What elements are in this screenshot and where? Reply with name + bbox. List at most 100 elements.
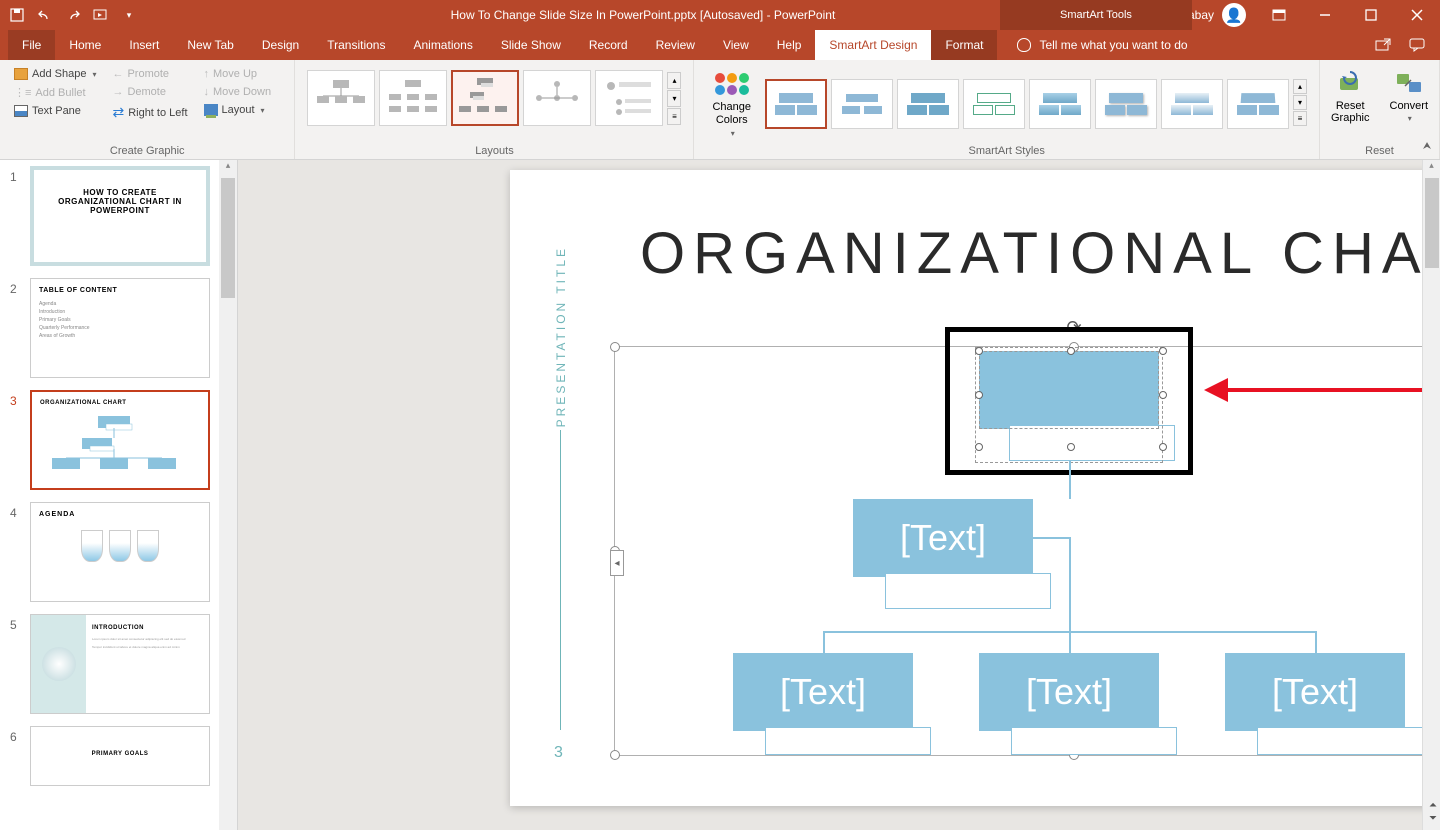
node-selection-box bbox=[979, 351, 1159, 429]
tab-help[interactable]: Help bbox=[763, 30, 816, 60]
ribbon-display-icon[interactable] bbox=[1256, 0, 1302, 30]
org-node-bottom-1-sub[interactable] bbox=[765, 727, 931, 755]
text-pane-button[interactable]: Text Pane bbox=[10, 103, 100, 119]
slide-number: 3 bbox=[554, 744, 563, 762]
layout-option-4[interactable] bbox=[523, 70, 591, 126]
style-option-2[interactable] bbox=[831, 79, 893, 129]
undo-icon[interactable] bbox=[32, 1, 58, 29]
resize-handle[interactable] bbox=[1067, 347, 1075, 355]
group-label: SmartArt Styles bbox=[702, 143, 1311, 157]
style-option-1[interactable] bbox=[765, 79, 827, 129]
change-colors-button[interactable]: Change Colors ▾ bbox=[702, 65, 761, 142]
side-line bbox=[560, 430, 561, 730]
org-node-bottom-2-sub[interactable] bbox=[1011, 727, 1177, 755]
save-icon[interactable] bbox=[4, 1, 30, 29]
slide[interactable]: PRESENTATION TITLE 3 ORGANIZATIONAL CHAR… bbox=[510, 170, 1440, 806]
user-avatar[interactable]: 👤 bbox=[1222, 3, 1246, 27]
tab-design[interactable]: Design bbox=[248, 30, 313, 60]
layout-option-2[interactable] bbox=[379, 70, 447, 126]
convert-button[interactable]: Convert▾ bbox=[1380, 64, 1439, 127]
org-node-bottom-2[interactable]: [Text] bbox=[979, 653, 1159, 731]
group-label: Layouts bbox=[303, 143, 685, 157]
tab-format[interactable]: Format bbox=[931, 30, 997, 60]
comments-icon[interactable] bbox=[1408, 30, 1440, 60]
tab-slideshow[interactable]: Slide Show bbox=[487, 30, 575, 60]
tab-home[interactable]: Home bbox=[55, 30, 115, 60]
thumb-1[interactable]: 1 HOW TO CREATE ORGANIZATIONAL CHART IN … bbox=[0, 160, 237, 272]
org-node-bottom-3-sub[interactable] bbox=[1257, 727, 1423, 755]
resize-handle[interactable] bbox=[1067, 443, 1075, 451]
resize-handle[interactable] bbox=[610, 342, 620, 352]
connector bbox=[1069, 631, 1071, 653]
resize-handle[interactable] bbox=[975, 443, 983, 451]
slide-canvas-area: PRESENTATION TITLE 3 ORGANIZATIONAL CHAR… bbox=[238, 160, 1440, 830]
tab-record[interactable]: Record bbox=[575, 30, 642, 60]
prev-slide-icon[interactable]: ⏶ bbox=[1429, 800, 1437, 811]
rtl-button[interactable]: ⇄Right to Left bbox=[108, 102, 191, 123]
collapse-ribbon-icon[interactable]: ⮝ bbox=[1418, 137, 1436, 155]
quick-access-toolbar: ▾ bbox=[0, 1, 146, 29]
thumb-6[interactable]: 6 PRIMARY GOALS bbox=[0, 720, 237, 792]
tab-transitions[interactable]: Transitions bbox=[313, 30, 399, 60]
gallery-more-button[interactable]: ▴ ▾ ≡ bbox=[667, 72, 681, 125]
tab-smartart-design[interactable]: SmartArt Design bbox=[815, 30, 931, 60]
layout-button[interactable]: Layout▾ bbox=[200, 102, 276, 118]
close-icon[interactable] bbox=[1394, 0, 1440, 30]
connector bbox=[1069, 537, 1071, 633]
tab-file[interactable]: File bbox=[8, 30, 55, 60]
style-option-3[interactable] bbox=[897, 79, 959, 129]
tab-insert[interactable]: Insert bbox=[115, 30, 173, 60]
thumb-3[interactable]: 3 ORGANIZATIONAL CHART bbox=[0, 384, 237, 496]
move-up-button: ↑Move Up bbox=[200, 66, 276, 82]
vertical-scrollbar[interactable]: ▴ ⏶ ⏷ bbox=[1422, 160, 1440, 830]
styles-more-button[interactable]: ▴ ▾ ≡ bbox=[1293, 79, 1307, 129]
thumbs-scrollbar[interactable]: ▴ bbox=[219, 160, 237, 830]
style-option-5[interactable] bbox=[1029, 79, 1091, 129]
qat-more-icon[interactable]: ▾ bbox=[116, 1, 142, 29]
convert-icon bbox=[1393, 68, 1425, 98]
text-pane-expand-handle[interactable]: ◂ bbox=[610, 550, 624, 576]
layouts-gallery: ▴ ▾ ≡ bbox=[303, 64, 685, 132]
tab-view[interactable]: View bbox=[709, 30, 763, 60]
resize-handle[interactable] bbox=[975, 347, 983, 355]
maximize-icon[interactable] bbox=[1348, 0, 1394, 30]
style-option-8[interactable] bbox=[1227, 79, 1289, 129]
group-label: Reset bbox=[1328, 143, 1431, 157]
resize-handle[interactable] bbox=[1159, 347, 1167, 355]
tab-review[interactable]: Review bbox=[642, 30, 709, 60]
resize-handle[interactable] bbox=[610, 750, 620, 760]
redo-icon[interactable] bbox=[60, 1, 86, 29]
org-node-mid[interactable]: [Text] bbox=[853, 499, 1033, 577]
ribbon: Add Shape▾ ⋮≡Add Bullet Text Pane ←Promo… bbox=[0, 60, 1440, 160]
tab-animations[interactable]: Animations bbox=[399, 30, 486, 60]
thumb-5[interactable]: 5 INTRODUCTIONLorem ipsum dolor sit amet… bbox=[0, 608, 237, 720]
rotate-handle-icon[interactable]: ⟳ bbox=[1066, 317, 1081, 338]
resize-handle[interactable] bbox=[1159, 443, 1167, 451]
style-option-7[interactable] bbox=[1161, 79, 1223, 129]
styles-gallery: ▴ ▾ ≡ bbox=[761, 73, 1311, 135]
style-option-4[interactable] bbox=[963, 79, 1025, 129]
layout-option-3-selected[interactable] bbox=[451, 70, 519, 126]
resize-handle[interactable] bbox=[1159, 391, 1167, 399]
thumb-2[interactable]: 2 TABLE OF CONTENTAgendaIntroductionPrim… bbox=[0, 272, 237, 384]
tell-me[interactable]: Tell me what you want to do bbox=[997, 30, 1187, 60]
next-slide-icon[interactable]: ⏷ bbox=[1429, 813, 1437, 824]
tab-new[interactable]: New Tab bbox=[173, 30, 247, 60]
add-bullet-button: ⋮≡Add Bullet bbox=[10, 84, 100, 101]
add-shape-button[interactable]: Add Shape▾ bbox=[10, 66, 100, 82]
org-node-mid-sub[interactable] bbox=[885, 573, 1051, 609]
connector bbox=[1069, 461, 1071, 499]
reset-graphic-button[interactable]: Reset Graphic bbox=[1321, 64, 1380, 128]
share-icon[interactable] bbox=[1358, 30, 1408, 60]
thumb-4[interactable]: 4 AGENDA bbox=[0, 496, 237, 608]
resize-handle[interactable] bbox=[975, 391, 983, 399]
layout-option-1[interactable] bbox=[307, 70, 375, 126]
minimize-icon[interactable] bbox=[1302, 0, 1348, 30]
document-title: How To Change Slide Size In PowerPoint.p… bbox=[146, 8, 1100, 22]
org-node-bottom-3[interactable]: [Text] bbox=[1225, 653, 1405, 731]
org-node-bottom-1[interactable]: [Text] bbox=[733, 653, 913, 731]
start-from-beginning-icon[interactable] bbox=[88, 1, 114, 29]
style-option-6[interactable] bbox=[1095, 79, 1157, 129]
layout-option-5[interactable] bbox=[595, 70, 663, 126]
slide-title: ORGANIZATIONAL CHART bbox=[640, 220, 1440, 287]
